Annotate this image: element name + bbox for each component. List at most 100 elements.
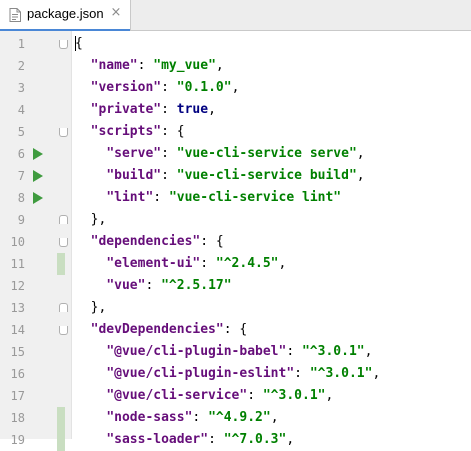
code-text: "build": "vue-cli-service build", (75, 165, 365, 187)
json-punct: { (75, 36, 83, 51)
code-line[interactable]: 2 "name": "my_vue", (0, 55, 471, 77)
json-string: "^2.5.17" (161, 278, 232, 293)
line-number: 8 (17, 191, 25, 205)
json-punct: }, (90, 212, 107, 227)
code-line[interactable]: 14 "devDependencies": { (0, 319, 471, 341)
run-script-icon[interactable] (33, 148, 43, 160)
json-punct: , (231, 80, 240, 95)
code-line[interactable]: 12 "vue": "^2.5.17" (0, 275, 471, 297)
json-punct: : (192, 410, 209, 425)
code-line[interactable]: 17 "@vue/cli-service": "^3.0.1", (0, 385, 471, 407)
json-punct: , (278, 256, 287, 271)
json-punct: : { (200, 234, 224, 249)
code-text: "name": "my_vue", (75, 55, 224, 77)
json-punct: , (208, 102, 216, 117)
json-punct: : (161, 146, 177, 161)
json-string: "vue-cli-service serve" (176, 146, 357, 161)
line-number: 17 (10, 389, 25, 403)
json-key: "name" (90, 58, 138, 73)
fold-close-icon[interactable] (59, 303, 68, 312)
json-punct: : (153, 190, 169, 205)
json-key: "devDependencies" (90, 322, 224, 337)
code-text: { (75, 33, 83, 55)
code-line[interactable]: 15 "@vue/cli-plugin-babel": "^3.0.1", (0, 341, 471, 363)
json-key: "dependencies" (90, 234, 201, 249)
code-line[interactable]: 18 "node-sass": "^4.9.2", (0, 407, 471, 429)
json-file-icon (9, 8, 21, 22)
json-key: "@vue/cli-plugin-eslint" (106, 366, 295, 381)
code-text: "devDependencies": { (75, 319, 248, 341)
fold-open-icon[interactable] (59, 128, 68, 137)
vcs-change-marker[interactable] (57, 429, 65, 451)
json-punct: : (247, 388, 263, 403)
json-key: "vue" (106, 278, 146, 293)
code-text: }, (75, 297, 107, 319)
fold-close-icon[interactable] (59, 215, 68, 224)
json-punct: : (161, 168, 177, 183)
vcs-change-marker[interactable] (57, 253, 65, 275)
json-string: "^3.0.1" (309, 366, 373, 381)
line-number: 4 (17, 103, 25, 117)
json-key: "node-sass" (106, 410, 193, 425)
line-number: 9 (17, 213, 25, 227)
json-key: "private" (90, 102, 162, 117)
code-editor[interactable]: 1{2 "name": "my_vue", 3 "version": "0.1.0… (0, 31, 471, 451)
json-punct: , (364, 344, 373, 359)
code-text: "element-ui": "^2.4.5", (75, 253, 286, 275)
json-string: "0.1.0" (176, 80, 232, 95)
line-number: 1 (17, 37, 25, 51)
line-number: 12 (10, 279, 25, 293)
fold-open-icon[interactable] (59, 326, 68, 335)
json-punct: , (325, 388, 334, 403)
code-text: "vue": "^2.5.17" (75, 275, 232, 297)
code-line[interactable]: 16 "@vue/cli-plugin-eslint": "^3.0.1", (0, 363, 471, 385)
fold-open-icon[interactable] (59, 238, 68, 247)
line-number: 19 (10, 433, 25, 447)
code-line[interactable]: 11 "element-ui": "^2.4.5", (0, 253, 471, 275)
json-string: "vue-cli-service build" (176, 168, 357, 183)
json-key: "scripts" (90, 124, 162, 139)
code-text: "scripts": { (75, 121, 185, 143)
code-line[interactable]: 10 "dependencies": { (0, 231, 471, 253)
json-string: "my_vue" (153, 58, 216, 73)
json-punct: : { (223, 322, 248, 337)
code-line[interactable]: 9 }, (0, 209, 471, 231)
fold-open-icon[interactable] (59, 40, 68, 49)
line-number: 14 (10, 323, 25, 337)
tab-filename: package.json (27, 6, 104, 21)
line-number: 2 (17, 59, 25, 73)
json-punct: : (200, 256, 216, 271)
json-punct: , (356, 168, 365, 183)
line-number: 5 (17, 125, 25, 139)
code-text: "node-sass": "^4.9.2", (75, 407, 278, 429)
tab-package-json[interactable]: package.json × (0, 0, 131, 32)
json-punct: , (372, 366, 381, 381)
code-line[interactable]: 19 "sass-loader": "^7.0.3", (0, 429, 471, 451)
run-script-icon[interactable] (33, 170, 43, 182)
code-line[interactable]: 5 "scripts": { (0, 121, 471, 143)
json-key: "@vue/cli-service" (106, 388, 248, 403)
json-key: "@vue/cli-plugin-babel" (106, 344, 287, 359)
code-line[interactable]: 4 "private": true, (0, 99, 471, 121)
vcs-change-marker[interactable] (57, 407, 65, 429)
code-line[interactable]: 1{ (0, 33, 471, 55)
code-line[interactable]: 8 "lint": "vue-cli-service lint" (0, 187, 471, 209)
code-line[interactable]: 6 "serve": "vue-cli-service serve", (0, 143, 471, 165)
code-line[interactable]: 3 "version": "0.1.0", (0, 77, 471, 99)
json-string: "vue-cli-service lint" (168, 190, 342, 205)
code-text: "version": "0.1.0", (75, 77, 240, 99)
code-line[interactable]: 13 }, (0, 297, 471, 319)
json-string: "^7.0.3" (223, 432, 287, 447)
json-key: "serve" (106, 146, 162, 161)
code-text: "dependencies": { (75, 231, 224, 253)
json-key: "lint" (106, 190, 154, 205)
close-tab-icon[interactable]: × (109, 5, 123, 21)
run-script-icon[interactable] (33, 192, 43, 204)
line-number: 10 (10, 235, 25, 249)
json-key: "build" (106, 168, 162, 183)
line-number: 13 (10, 301, 25, 315)
json-punct: : { (161, 124, 185, 139)
json-key: "sass-loader" (106, 432, 209, 447)
line-number: 3 (17, 81, 25, 95)
code-line[interactable]: 7 "build": "vue-cli-service build", (0, 165, 471, 187)
